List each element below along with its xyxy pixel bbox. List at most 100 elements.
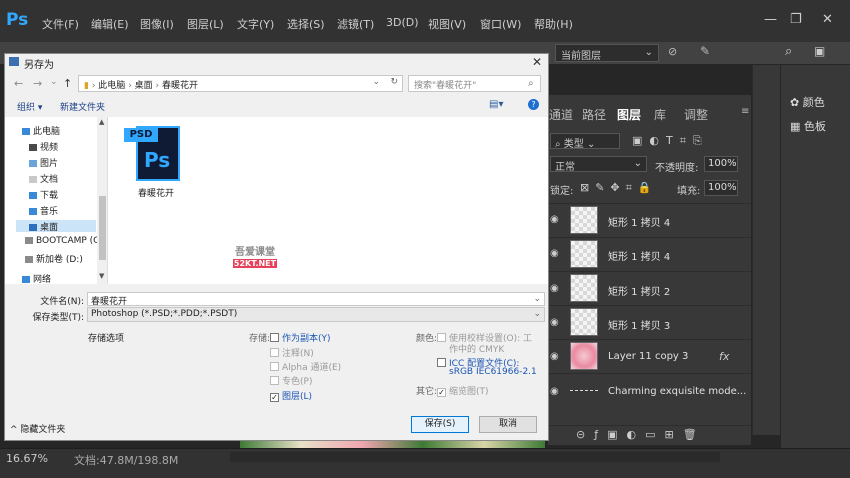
tab-adjustments[interactable]: 调整 — [684, 106, 708, 123]
layer-name: 矩形 1 拷贝 4 — [608, 252, 671, 263]
address-bar[interactable]: ▮ › 此电脑 › 桌面 › 春暖花开 ⌄ ↻ — [78, 75, 403, 92]
layer-filter-dropdown[interactable]: ⌕ 类型 ⌄ — [550, 133, 620, 150]
tree-item-drive-d[interactable]: 新加卷 (D:) — [25, 252, 83, 265]
breadcrumb-desktop[interactable]: 桌面 — [135, 81, 153, 91]
tab-layers[interactable]: 图层 — [617, 106, 641, 123]
psd-file-icon[interactable]: PSD Ps — [124, 126, 182, 182]
breadcrumb-folder[interactable]: 春暖花开 — [162, 81, 198, 91]
tree-item-network[interactable]: 网络 — [22, 272, 51, 285]
tab-libraries[interactable]: 库 — [654, 106, 666, 123]
lock-icons[interactable]: ⊠✎✥⌗🔒 — [580, 181, 658, 195]
help-icon[interactable]: ? — [528, 99, 539, 110]
opacity-input[interactable]: 100% — [704, 156, 738, 172]
pressure-icon[interactable]: ✎ — [700, 44, 710, 58]
filename-label: 文件名(N): — [40, 297, 84, 307]
tree-item-desktop[interactable]: 桌面 — [29, 220, 58, 233]
fx-badge[interactable]: fx — [719, 350, 729, 363]
menu-edit[interactable]: 编辑(E) — [91, 16, 129, 32]
tree-item-videos[interactable]: 视频 — [29, 140, 58, 153]
menu-select[interactable]: 选择(S) — [287, 16, 325, 32]
ignore-adjustments-icon[interactable]: ⊘ — [668, 45, 677, 58]
menu-layer[interactable]: 图层(L) — [187, 16, 224, 32]
eye-icon[interactable]: ◉ — [550, 351, 559, 362]
opacity-label: 不透明度: — [655, 163, 699, 174]
scroll-down-icon[interactable]: ▼ — [99, 272, 104, 280]
blend-mode-dropdown[interactable]: 正常 ⌄ — [550, 156, 647, 173]
menu-file[interactable]: 文件(F) — [42, 16, 79, 32]
layers-footer-icons[interactable]: ⊝ƒ▣◐▭⊞🗑 — [576, 428, 706, 441]
tree-scrollbar-thumb[interactable] — [99, 196, 106, 260]
back-icon[interactable]: ← — [14, 77, 23, 90]
menu-view[interactable]: 视图(V) — [428, 16, 466, 32]
eye-icon[interactable]: ◉ — [550, 283, 559, 294]
tree-item-pc[interactable]: 此电脑 — [22, 124, 60, 137]
breadcrumb-pc[interactable]: 此电脑 — [98, 81, 125, 91]
tree-item-documents[interactable]: 文档 — [29, 172, 58, 185]
watermark-badge: 52KT.NET — [233, 259, 277, 268]
layer-thumbnail — [570, 206, 598, 234]
menu-3d[interactable]: 3D(D) — [386, 16, 419, 29]
save-button[interactable]: 保存(S) — [411, 416, 469, 433]
recent-dropdown-icon[interactable]: ⌄ — [50, 77, 58, 87]
save-label: 存储: — [249, 334, 271, 344]
up-icon[interactable]: ↑ — [63, 77, 72, 90]
tree-item-bootcamp[interactable]: BOOTCAMP (C: — [25, 236, 102, 246]
layer-name: 矩形 1 拷贝 3 — [608, 321, 671, 332]
alpha-checkbox: Alpha 通道(E) — [270, 360, 341, 373]
search-input[interactable]: 搜索"春暖花开" — [408, 75, 541, 92]
canvas-artwork — [240, 440, 545, 448]
dialog-close-icon[interactable]: ✕ — [532, 55, 542, 69]
workspace-icon[interactable]: ▣ — [814, 44, 825, 58]
filename-input[interactable]: 春暖花开 ⌄ — [87, 292, 545, 307]
restore-icon[interactable]: ❐ — [790, 12, 802, 27]
document-size[interactable]: 文档:47.8M/198.8M — [74, 452, 178, 468]
menu-help[interactable]: 帮助(H) — [534, 16, 573, 32]
layer-filter-icons[interactable]: ▣◐T⌗⎘ — [632, 134, 709, 148]
view-icon[interactable]: ▤▾ — [489, 99, 503, 110]
menu-filter[interactable]: 滤镜(T) — [337, 16, 374, 32]
lock-label: 锁定: — [550, 186, 574, 197]
minimize-icon[interactable]: — — [764, 12, 777, 27]
cancel-button[interactable]: 取消 — [479, 416, 537, 433]
eye-icon[interactable]: ◉ — [550, 386, 559, 397]
horizontal-scrollbar[interactable] — [230, 452, 720, 462]
panel-menu-icon[interactable]: ≡ — [741, 106, 749, 117]
document-icon — [29, 176, 37, 183]
tree-item-downloads[interactable]: 下载 — [29, 188, 58, 201]
as-copy-checkbox[interactable]: 作为副本(Y) — [270, 331, 331, 344]
close-icon[interactable]: ✕ — [822, 12, 833, 27]
savetype-select[interactable]: Photoshop (*.PSD;*.PDD;*.PSDT) ⌄ — [87, 307, 545, 322]
zoom-level[interactable]: 16.67% — [6, 452, 48, 465]
dialog-title: 另存为 — [24, 60, 54, 71]
swatches-panel-button[interactable]: ▦ 色板 — [790, 118, 826, 134]
search-icon[interactable]: ⌕ — [785, 44, 792, 59]
tree-item-music[interactable]: 音乐 — [29, 204, 58, 217]
tab-paths[interactable]: 路径 — [582, 106, 606, 123]
sample-layers-dropdown[interactable]: 当前图层 ⌄ — [555, 44, 659, 62]
menu-image[interactable]: 图像(I) — [140, 16, 174, 32]
search-icon[interactable]: ⌕ — [528, 78, 534, 89]
scroll-up-icon[interactable]: ▲ — [99, 118, 104, 126]
menu-type[interactable]: 文字(Y) — [237, 16, 274, 32]
new-folder-button[interactable]: 新建文件夹 — [60, 100, 105, 113]
hide-folders-toggle[interactable]: ^ 隐藏文件夹 — [10, 422, 65, 435]
menu-window[interactable]: 窗口(W) — [480, 16, 521, 32]
eye-icon[interactable]: ◉ — [550, 248, 559, 259]
fill-input[interactable]: 100% — [704, 180, 738, 196]
tab-channels[interactable]: 通道 — [549, 106, 573, 123]
tree-item-pictures[interactable]: 图片 — [29, 156, 58, 169]
organize-button[interactable]: 组织 ▾ — [17, 100, 42, 113]
notes-checkbox: 注释(N) — [270, 346, 314, 359]
color-panel-button[interactable]: ✿ 颜色 — [790, 94, 825, 110]
forward-icon[interactable]: → — [33, 77, 42, 90]
fill-label: 填充: — [677, 186, 701, 197]
proof-setup-line2: 作中的 CMYK — [449, 345, 505, 355]
address-dropdown-icon[interactable]: ⌄ — [372, 77, 380, 87]
palette-icon: ✿ — [790, 96, 803, 109]
eye-icon[interactable]: ◉ — [550, 317, 559, 328]
layers-checkbox[interactable]: ✓ 图层(L) — [270, 389, 312, 402]
refresh-icon[interactable]: ↻ — [390, 77, 398, 87]
file-name-label[interactable]: 春暖花开 — [138, 186, 174, 199]
savetype-label: 保存类型(T): — [32, 313, 84, 323]
eye-icon[interactable]: ◉ — [550, 214, 559, 225]
